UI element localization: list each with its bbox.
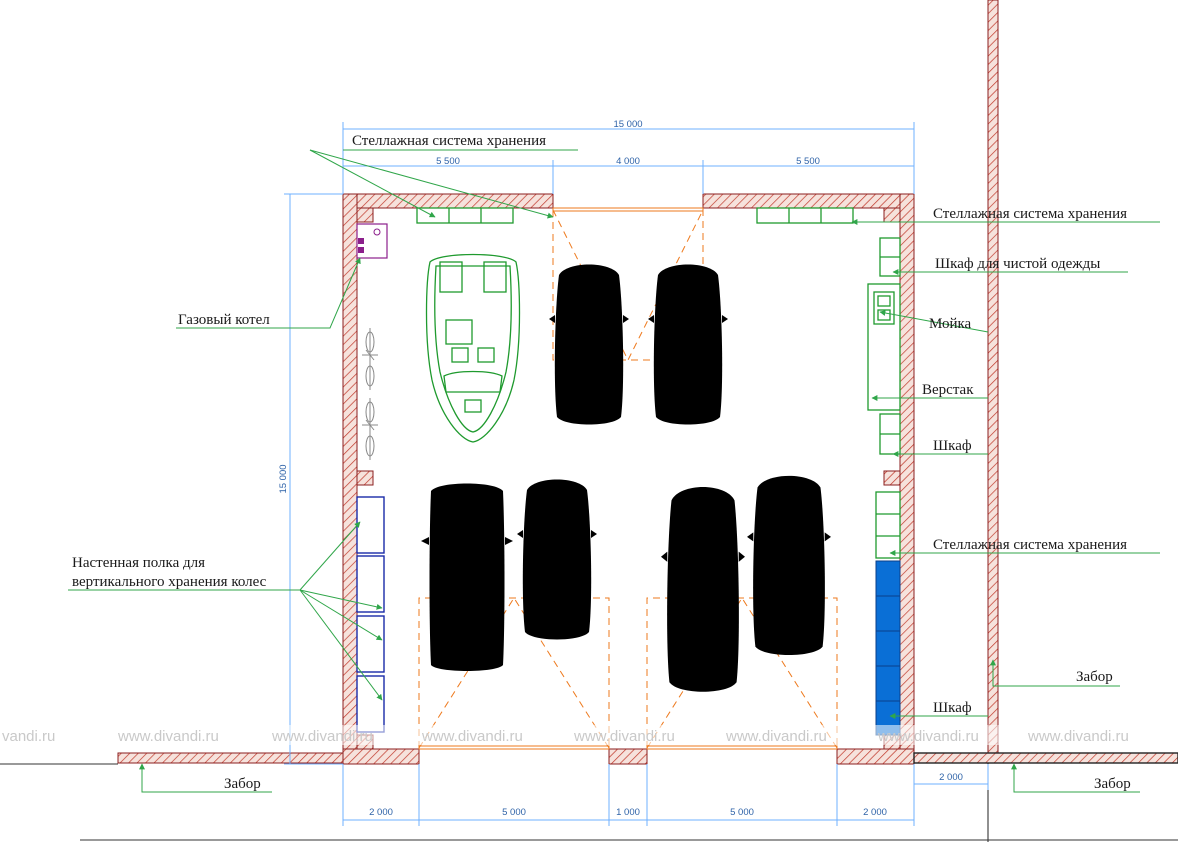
- wall-right: [899, 193, 915, 765]
- wall-left: [342, 193, 358, 765]
- dim-bottom-3: 1 000: [616, 807, 640, 818]
- label-workbench: Верстак: [922, 382, 974, 398]
- label-shelving-right: Стеллажная система хранения: [933, 537, 1127, 553]
- column: [883, 470, 901, 486]
- label-fence-left: Забор: [224, 776, 261, 792]
- label-shelving-top-left: Стеллажная система хранения: [352, 133, 546, 149]
- watermark-text: www.divandi.ru: [725, 728, 827, 745]
- wall-bottom-1: [342, 748, 420, 765]
- car-top-2: [648, 264, 728, 425]
- label-fence-right-lower: Забор: [1094, 776, 1131, 792]
- column: [356, 207, 374, 223]
- label-clean-clothes-cabinet: Шкаф для чистой одежды: [935, 256, 1100, 272]
- dim-bottom-2: 5 000: [502, 807, 526, 818]
- bicycles: [362, 328, 378, 460]
- label-gas-boiler: Газовый котел: [178, 312, 270, 328]
- watermark-band: vandi.ru www.divandi.ru www.divandi.ru w…: [0, 725, 1178, 745]
- wall-top-right: [702, 193, 915, 209]
- car-bottom-suv: [421, 483, 513, 671]
- watermark-text: www.divandi.ru: [1027, 728, 1129, 745]
- boat: [425, 253, 521, 443]
- wall-bottom-3: [836, 748, 915, 765]
- car-bottom-3: [661, 486, 745, 692]
- shelving-right: [875, 491, 901, 559]
- gate-top: [552, 207, 704, 212]
- watermark-text: vandi.ru: [2, 728, 55, 745]
- label-cabinet-upper: Шкаф: [933, 438, 972, 454]
- label-cabinet-lower: Шкаф: [933, 700, 972, 716]
- dim-bottom-4: 5 000: [730, 807, 754, 818]
- wall-bottom-2: [608, 748, 648, 765]
- fence-bottom-right: [913, 752, 1178, 764]
- watermark-text: www.divandi.ru: [877, 728, 979, 745]
- clean-clothes-cabinet: [879, 237, 901, 277]
- dim-top-middle: 4 000: [616, 156, 640, 167]
- column: [883, 207, 901, 223]
- label-shelving-top-right: Стеллажная система хранения: [933, 206, 1127, 222]
- car-bottom-2: [517, 479, 597, 640]
- fence-right-wall: [987, 0, 999, 754]
- watermark-text: www.divandi.ru: [271, 728, 373, 745]
- car-bottom-4: [747, 475, 831, 656]
- watermark-text: www.divandi.ru: [117, 728, 219, 745]
- label-wheel-shelf-line1: Настенная полка для: [72, 555, 205, 571]
- dim-outside-right: 2 000: [939, 772, 963, 783]
- garage-floor-plan: vandi.ru www.divandi.ru www.divandi.ru w…: [0, 0, 1178, 842]
- cabinet-lower: [875, 560, 901, 736]
- sink: [867, 283, 901, 411]
- label-sink: Мойка: [929, 316, 972, 332]
- wall-top-left: [342, 193, 554, 209]
- car-top-1: [549, 264, 629, 425]
- watermark-text: www.divandi.ru: [421, 728, 523, 745]
- dim-bottom-1: 2 000: [369, 807, 393, 818]
- label-fence-right-upper: Забор: [1076, 669, 1113, 685]
- cabinet-upper: [879, 413, 901, 455]
- dim-overall-left: 15 000: [278, 464, 289, 493]
- shelving-top-right: [756, 207, 854, 224]
- dim-bottom-5: 2 000: [863, 807, 887, 818]
- fence-left-wall: [117, 752, 344, 764]
- watermark-text: www.divandi.ru: [573, 728, 675, 745]
- gate-bottom-right: [646, 745, 838, 750]
- dim-top-left: 5 500: [436, 156, 460, 167]
- dim-overall-top: 15 000: [613, 119, 642, 130]
- column: [356, 470, 374, 486]
- label-wheel-shelf-line2: вертикального хранения колес: [72, 574, 267, 590]
- dim-top-right: 5 500: [796, 156, 820, 167]
- gate-bottom-left: [418, 745, 610, 750]
- gas-boiler: [356, 223, 388, 259]
